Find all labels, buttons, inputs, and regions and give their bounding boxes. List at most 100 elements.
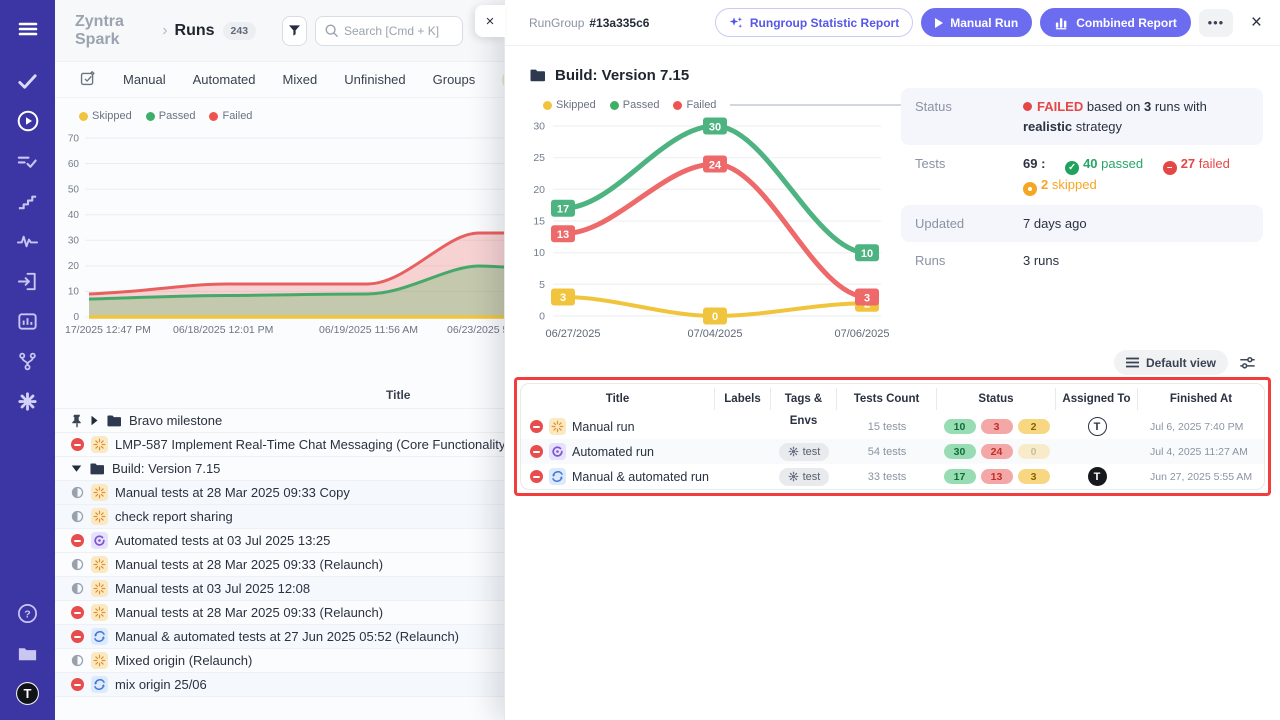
combined-report-button[interactable]: Combined Report — [1040, 8, 1191, 37]
help-icon[interactable]: ? — [15, 600, 41, 626]
run-title: Manual & automated tests at 27 Jun 2025 … — [115, 629, 459, 644]
plans-icon[interactable] — [15, 148, 41, 174]
tests-icon[interactable] — [15, 68, 41, 94]
tab-groups[interactable]: Groups — [433, 72, 476, 87]
svg-text:10: 10 — [68, 287, 80, 298]
user-avatar[interactable]: T — [15, 680, 41, 706]
run-list-item[interactable]: check report sharing — [55, 505, 504, 529]
run-title: Manual & automated run — [572, 470, 709, 484]
run-list-item[interactable]: Manual & automated tests at 27 Jun 2025 … — [55, 625, 504, 649]
svg-text:20: 20 — [68, 261, 80, 272]
import-icon[interactable] — [15, 268, 41, 294]
run-list-item[interactable]: mix origin 25/06 — [55, 673, 504, 697]
svg-text:60: 60 — [68, 159, 80, 170]
column-title: Title — [386, 388, 410, 402]
failed-pill: 13 — [981, 469, 1013, 484]
column-tests-count: Tests Count — [837, 388, 937, 410]
run-list-item[interactable]: Manual tests at 03 Jul 2025 12:08 — [55, 577, 504, 601]
skipped-dot — [79, 112, 88, 121]
branches-icon[interactable] — [15, 348, 41, 374]
legend-skipped[interactable]: Skipped — [79, 110, 132, 122]
search-input[interactable] — [344, 24, 454, 38]
chevron-down-icon[interactable] — [71, 464, 82, 473]
status-failed-icon — [530, 445, 543, 458]
tag-pill[interactable]: test — [779, 468, 830, 486]
folder-icon — [89, 462, 105, 476]
runs-page: Zyntra Spark › Runs 243 Manual Automated… — [55, 0, 504, 720]
default-view-button[interactable]: Default view — [1114, 350, 1228, 375]
run-table-row[interactable]: Automated runtest54 tests30240Jul 4, 202… — [521, 439, 1264, 464]
tab-mixed[interactable]: Mixed — [283, 72, 318, 87]
app-root: ? T Zyntra Spark › Runs 243 Manual Autom… — [0, 0, 1280, 720]
projects-folder-icon[interactable] — [15, 640, 41, 666]
menu-icon[interactable] — [15, 16, 41, 42]
drawer-edge-close-button[interactable]: × — [475, 5, 505, 37]
breadcrumb-workspace[interactable]: Zyntra Spark — [75, 13, 155, 49]
search-icon — [324, 23, 339, 38]
run-list-item[interactable]: Automated tests at 03 Jul 2025 13:25 — [55, 529, 504, 553]
tab-unfinished[interactable]: Unfinished — [344, 72, 405, 87]
svg-text:30: 30 — [709, 121, 721, 133]
run-title: mix origin 25/06 — [115, 677, 207, 692]
tags-cell: test — [771, 443, 837, 461]
status-failed-icon — [530, 420, 543, 433]
assigned-cell: T — [1056, 417, 1138, 436]
rungroup-heading: Build: Version 7.15 — [505, 46, 1280, 84]
rungroup-statistic-report-button[interactable]: Rungroup Statistic Report — [715, 8, 913, 37]
drawer-close-button[interactable]: × — [1251, 13, 1262, 32]
column-labels: Labels — [715, 388, 771, 410]
svg-text:0: 0 — [539, 311, 545, 323]
manual-run-icon — [91, 580, 108, 597]
drawer-header: RunGroup #13a335c6 Rungroup Statistic Re… — [505, 0, 1280, 46]
milestone-list-item[interactable]: Bravo milestone — [55, 409, 504, 433]
svg-text:70: 70 — [68, 134, 80, 145]
chevron-right-icon[interactable] — [90, 415, 99, 426]
table-settings-icon[interactable] — [1239, 355, 1256, 371]
run-table-row[interactable]: Manual run15 tests1032TJul 6, 2025 7:40 … — [521, 414, 1264, 439]
run-table-row[interactable]: Manual & automated runtest33 tests17133T… — [521, 464, 1264, 489]
analytics-pulse-icon[interactable] — [15, 228, 41, 254]
svg-text:07/06/2025: 07/06/2025 — [834, 328, 889, 340]
failed-pill: 3 — [981, 419, 1013, 434]
assignee-avatar: T — [1088, 467, 1107, 486]
mixed-run-icon — [91, 628, 108, 645]
main-sidebar: ? T — [0, 0, 55, 720]
tab-manual[interactable]: Manual — [123, 72, 166, 87]
run-title: Automated run — [572, 445, 654, 459]
rungroup-id: #13a335c6 — [589, 16, 649, 30]
settings-gear-icon[interactable] — [15, 388, 41, 414]
tests-count: 54 tests — [837, 446, 937, 458]
tags-cell: test — [771, 468, 837, 486]
legend-passed[interactable]: Passed — [146, 110, 196, 122]
run-title: Manual tests at 03 Jul 2025 12:08 — [115, 581, 310, 596]
manual-run-button[interactable]: Manual Run — [921, 8, 1032, 37]
folder-list-item[interactable]: Build: Version 7.15 — [55, 457, 504, 481]
run-list-item[interactable]: Manual tests at 28 Mar 2025 09:33 (Relau… — [55, 553, 504, 577]
runs-icon[interactable] — [15, 108, 41, 134]
legend-failed[interactable]: Failed — [209, 110, 252, 122]
reports-icon[interactable] — [15, 308, 41, 334]
skipped-pill: 3 — [1018, 469, 1050, 484]
select-runs-icon[interactable] — [79, 70, 96, 90]
run-list-item[interactable]: Manual tests at 28 Mar 2025 09:33 (Relau… — [55, 601, 504, 625]
runs-table-header: TitleLabelsTags & EnvsTests CountStatusA… — [521, 384, 1264, 414]
steps-icon[interactable] — [15, 188, 41, 214]
status-pills: 30240 — [937, 444, 1056, 459]
filter-funnel-button[interactable] — [282, 16, 307, 46]
rungroup-label: RunGroup — [529, 16, 584, 30]
status-failed-icon — [71, 438, 84, 451]
run-list-item[interactable]: Mixed origin (Relaunch) — [55, 649, 504, 673]
tag-pill[interactable]: test — [779, 443, 830, 461]
status-failed-icon — [71, 678, 84, 691]
more-actions-button[interactable]: ••• — [1199, 9, 1233, 37]
run-list-item[interactable]: Manual tests at 28 Mar 2025 09:33 Copy — [55, 481, 504, 505]
tab-automated[interactable]: Automated — [193, 72, 256, 87]
run-list-item[interactable]: LMP-587 Implement Real-Time Chat Messagi… — [55, 433, 504, 457]
info-row-status: Status FAILED based on 3 runs with reali… — [901, 88, 1263, 145]
svg-text:30: 30 — [68, 236, 80, 247]
run-title: Manual tests at 28 Mar 2025 09:33 (Relau… — [115, 605, 383, 620]
info-row-tests: Tests 69 : ✓40 passed –27 failed 2 skipp… — [901, 145, 1263, 205]
svg-text:0: 0 — [73, 312, 79, 323]
bar-chart-icon — [1054, 15, 1069, 30]
svg-text:40: 40 — [68, 210, 80, 221]
